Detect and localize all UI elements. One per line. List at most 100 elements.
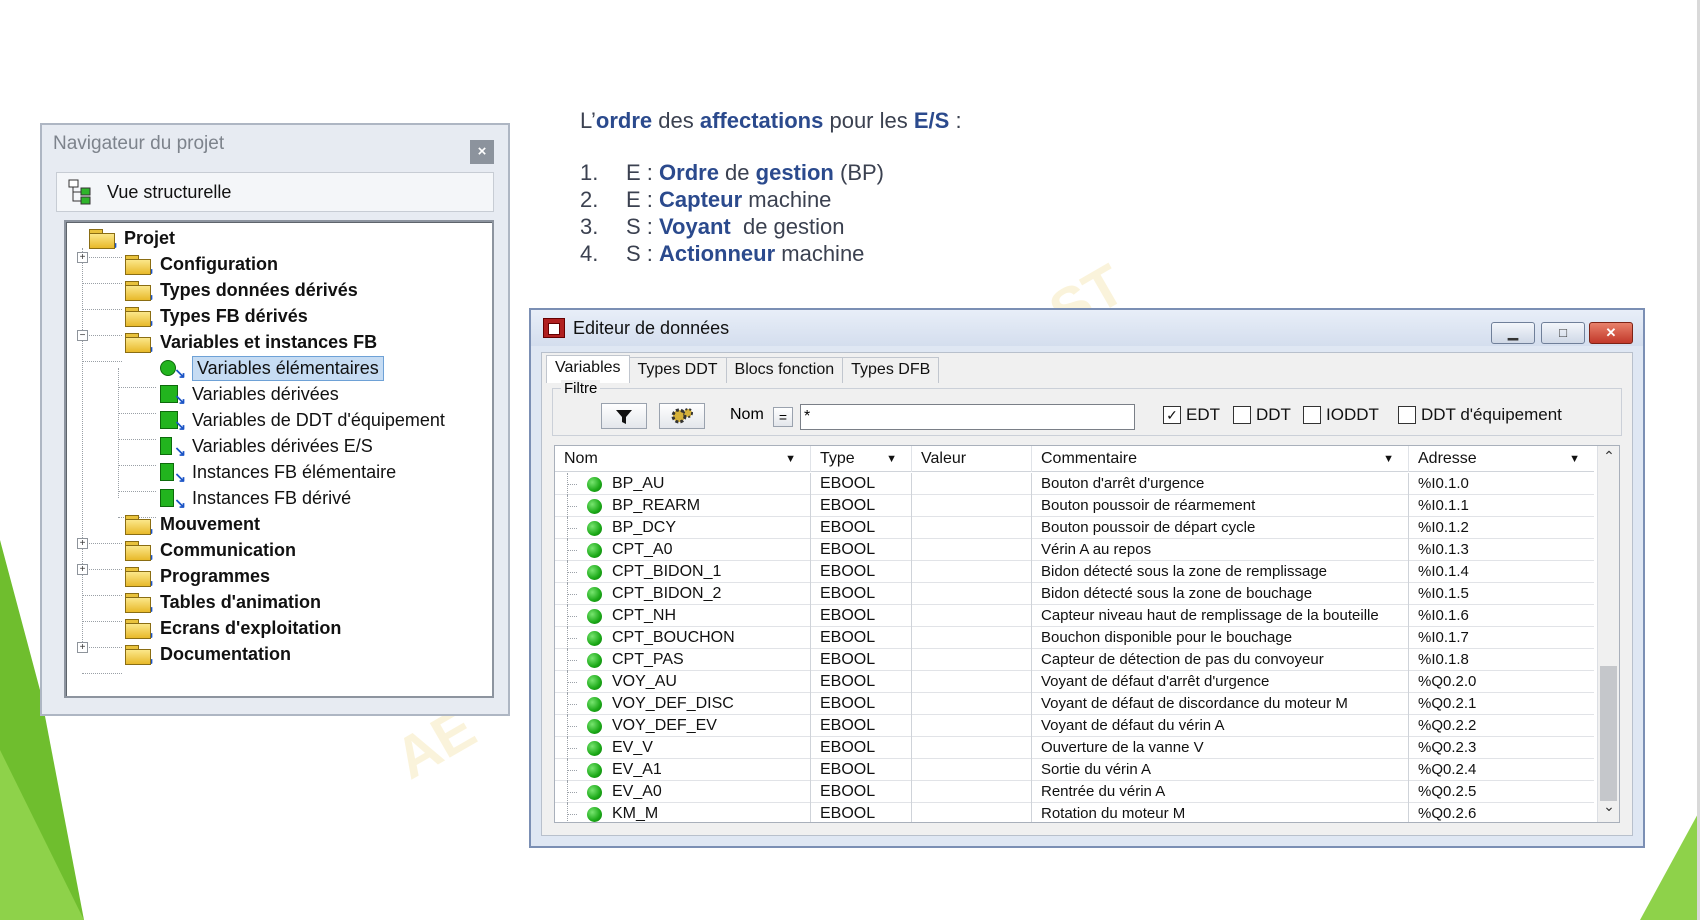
tab-variables[interactable]: Variables xyxy=(546,355,630,383)
cell-comment[interactable]: Bouton d'arrêt d'urgence xyxy=(1032,473,1409,495)
expand-icon[interactable]: + xyxy=(77,642,88,653)
table-row[interactable]: VOY_AU EBOOL Voyant de défaut d'arrêt d'ur… xyxy=(555,671,1594,693)
column-header-address[interactable]: Adresse ▼ xyxy=(1409,446,1594,472)
cell-value[interactable] xyxy=(912,671,1032,693)
cell-value[interactable] xyxy=(912,715,1032,737)
cell-name[interactable]: CPT_BIDON_1 xyxy=(555,561,811,583)
cell-address[interactable]: %Q0.2.1 xyxy=(1409,693,1594,715)
cell-type[interactable]: EBOOL xyxy=(811,627,912,649)
table-row[interactable]: EV_V EBOOL Ouverture de la vanne V %Q0.2.3 xyxy=(555,737,1594,759)
cell-value[interactable] xyxy=(912,737,1032,759)
dropdown-arrow-icon[interactable]: ▼ xyxy=(785,446,796,472)
cell-address[interactable]: %I0.1.4 xyxy=(1409,561,1594,583)
dropdown-arrow-icon[interactable]: ▼ xyxy=(886,446,897,472)
cell-value[interactable] xyxy=(912,605,1032,627)
cell-comment[interactable]: Capteur niveau haut de remplissage de la… xyxy=(1032,605,1409,627)
cell-name[interactable]: EV_A1 xyxy=(555,759,811,781)
cell-name[interactable]: BP_DCY xyxy=(555,517,811,539)
table-row[interactable]: KM_M EBOOL Rotation du moteur M %Q0.2.6 xyxy=(555,803,1594,822)
cell-value[interactable] xyxy=(912,473,1032,495)
table-row[interactable]: CPT_BIDON_1 EBOOL Bidon détecté sous la zo… xyxy=(555,561,1594,583)
ddt-checkbox[interactable]: DDT xyxy=(1233,405,1291,425)
cell-comment[interactable]: Vérin A au repos xyxy=(1032,539,1409,561)
table-row[interactable]: CPT_A0 EBOOL Vérin A au repos %I0.1.3 xyxy=(555,539,1594,561)
name-filter-input[interactable]: * xyxy=(800,404,1135,430)
tree-item-operator-screens[interactable]: ↘ Ecrans d'exploitation xyxy=(124,615,341,641)
cell-comment[interactable]: Bouton poussoir de départ cycle xyxy=(1032,517,1409,539)
tree-item-documentation[interactable]: ↘ Documentation xyxy=(124,641,291,667)
tree-item-derived-fb-instances[interactable]: ↘ Instances FB dérivé xyxy=(158,485,351,511)
tab-dfb-types[interactable]: Types DFB xyxy=(842,357,940,383)
cell-comment[interactable]: Sortie du vérin A xyxy=(1032,759,1409,781)
collapse-icon[interactable]: − xyxy=(77,330,88,341)
cell-address[interactable]: %Q0.2.5 xyxy=(1409,781,1594,803)
table-row[interactable]: BP_REARM EBOOL Bouton poussoir de réarmeme… xyxy=(555,495,1594,517)
cell-comment[interactable]: Voyant de défaut de discordance du moteu… xyxy=(1032,693,1409,715)
cell-name[interactable]: KM_M xyxy=(555,803,811,822)
cell-comment[interactable]: Bouton poussoir de réarmement xyxy=(1032,495,1409,517)
tree-item-communication[interactable]: ↘ Communication xyxy=(124,537,296,563)
cell-address[interactable]: %I0.1.2 xyxy=(1409,517,1594,539)
cell-value[interactable] xyxy=(912,759,1032,781)
cell-value[interactable] xyxy=(912,539,1032,561)
cell-comment[interactable]: Voyant de défaut d'arrêt d'urgence xyxy=(1032,671,1409,693)
cell-name[interactable]: BP_AU xyxy=(555,473,811,495)
column-header-comment[interactable]: Commentaire ▼ xyxy=(1032,446,1409,472)
ioddt-checkbox[interactable]: IODDT xyxy=(1303,405,1379,425)
tab-function-blocks[interactable]: Blocs fonction xyxy=(725,357,844,383)
cell-type[interactable]: EBOOL xyxy=(811,671,912,693)
close-icon[interactable]: × xyxy=(470,140,494,164)
cell-type[interactable]: EBOOL xyxy=(811,781,912,803)
tree-item-projet[interactable]: ↘ Projet xyxy=(88,225,175,251)
scroll-down-icon[interactable]: ⌄ xyxy=(1598,798,1619,820)
cell-type[interactable]: EBOOL xyxy=(811,539,912,561)
cell-type[interactable]: EBOOL xyxy=(811,715,912,737)
dropdown-arrow-icon[interactable]: ▼ xyxy=(1383,446,1394,472)
table-row[interactable]: CPT_NH EBOOL Capteur niveau haut de rempli… xyxy=(555,605,1594,627)
cell-name[interactable]: VOY_DEF_DISC xyxy=(555,693,811,715)
cell-address[interactable]: %Q0.2.6 xyxy=(1409,803,1594,822)
column-header-value[interactable]: Valeur xyxy=(912,446,1032,472)
cell-type[interactable]: EBOOL xyxy=(811,583,912,605)
cell-address[interactable]: %I0.1.8 xyxy=(1409,649,1594,671)
filter-funnel-button[interactable] xyxy=(601,403,647,429)
column-header-type[interactable]: Type ▼ xyxy=(811,446,912,472)
table-row[interactable]: BP_DCY EBOOL Bouton poussoir de départ cyc… xyxy=(555,517,1594,539)
cell-value[interactable] xyxy=(912,803,1032,822)
cell-value[interactable] xyxy=(912,649,1032,671)
cell-address[interactable]: %I0.1.6 xyxy=(1409,605,1594,627)
tree-item-configuration[interactable]: ↘ Configuration xyxy=(124,251,278,277)
cell-type[interactable]: EBOOL xyxy=(811,473,912,495)
tree-item-derived-variables[interactable]: ↘ Variables dérivées xyxy=(158,381,339,407)
expand-icon[interactable]: + xyxy=(77,252,88,263)
cell-name[interactable]: EV_V xyxy=(555,737,811,759)
cell-type[interactable]: EBOOL xyxy=(811,759,912,781)
cell-name[interactable]: VOY_DEF_EV xyxy=(555,715,811,737)
vertical-scrollbar[interactable]: ⌃ ⌄ xyxy=(1597,446,1619,822)
equipment-ddt-checkbox[interactable]: DDT d'équipement xyxy=(1398,405,1562,425)
scroll-up-icon[interactable]: ⌃ xyxy=(1598,448,1619,470)
cell-type[interactable]: EBOOL xyxy=(811,803,912,822)
cell-name[interactable]: CPT_BIDON_2 xyxy=(555,583,811,605)
cell-comment[interactable]: Bidon détecté sous la zone de remplissag… xyxy=(1032,561,1409,583)
cell-value[interactable] xyxy=(912,693,1032,715)
table-row[interactable]: VOY_DEF_DISC EBOOL Voyant de défaut de dis… xyxy=(555,693,1594,715)
cell-type[interactable]: EBOOL xyxy=(811,495,912,517)
maximize-icon[interactable]: □ xyxy=(1541,322,1585,344)
cell-type[interactable]: EBOOL xyxy=(811,605,912,627)
cell-type[interactable]: EBOOL xyxy=(811,737,912,759)
table-row[interactable]: BP_AU EBOOL Bouton d'arrêt d'urgence %I0.1.… xyxy=(555,473,1594,495)
cell-address[interactable]: %Q0.2.0 xyxy=(1409,671,1594,693)
tab-ddt-types[interactable]: Types DDT xyxy=(628,357,727,383)
table-row[interactable]: CPT_PAS EBOOL Capteur de détection de pas … xyxy=(555,649,1594,671)
tree-item-elementary-variables[interactable]: ↘ Variables élémentaires xyxy=(158,355,384,381)
tree-item-derived-data-types[interactable]: ↘ Types données dérivés xyxy=(124,277,358,303)
cell-type[interactable]: EBOOL xyxy=(811,517,912,539)
expand-icon[interactable]: + xyxy=(77,538,88,549)
cell-type[interactable]: EBOOL xyxy=(811,649,912,671)
edt-checkbox[interactable]: ✓ EDT xyxy=(1163,405,1220,425)
table-row[interactable]: CPT_BOUCHON EBOOL Bouchon disponible pour … xyxy=(555,627,1594,649)
close-icon[interactable]: ✕ xyxy=(1589,322,1633,344)
cell-comment[interactable]: Ouverture de la vanne V xyxy=(1032,737,1409,759)
structural-view-selector[interactable]: Vue structurelle xyxy=(56,172,494,212)
